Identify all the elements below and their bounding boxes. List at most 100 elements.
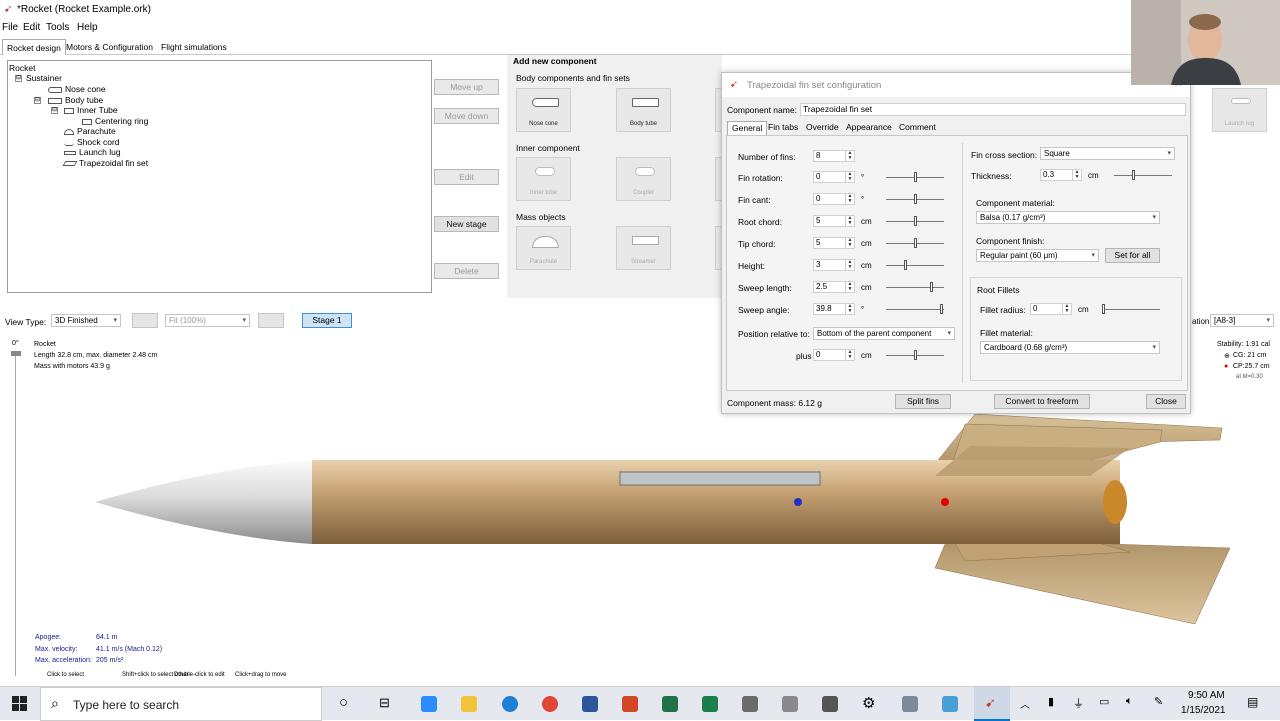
store-icon[interactable] — [822, 696, 838, 712]
finish-select[interactable]: Regular paint (60 μm) ▾ — [976, 249, 1099, 262]
word-icon[interactable] — [582, 696, 598, 712]
view-type-select[interactable]: 3D Finished ▾ — [51, 314, 121, 327]
spinner-arrows-icon[interactable]: ▲ ▼ — [845, 238, 854, 248]
app-icon-gray[interactable] — [782, 696, 798, 712]
tab-rocket-design[interactable]: Rocket design — [2, 39, 66, 55]
notification-icon[interactable]: ▤ — [1247, 695, 1258, 709]
task-view-icon[interactable]: ⊟ — [379, 695, 390, 711]
slider-thumb[interactable] — [940, 304, 943, 314]
slider-thumb[interactable] — [914, 194, 917, 204]
fin-cant-spinner[interactable]: 0 ▲ ▼ — [813, 193, 855, 205]
add-coupler-button[interactable]: Coupler — [616, 157, 671, 201]
stage-1-button[interactable]: Stage 1 — [302, 313, 352, 328]
fin-rotation-slider[interactable] — [886, 172, 944, 182]
edit-button[interactable]: Edit — [434, 169, 499, 185]
add-launch-lug-button[interactable]: Launch lug — [1212, 88, 1267, 132]
tree-item-inner-tube[interactable]: Inner Tube — [64, 105, 118, 115]
slider-thumb[interactable] — [904, 260, 907, 270]
spinner-arrows-icon[interactable]: ▲ ▼ — [845, 194, 854, 204]
spinner-arrows-icon[interactable]: ▲ ▼ — [845, 350, 854, 360]
tip-chord-spinner[interactable]: 5 ▲ ▼ — [813, 237, 855, 249]
app-icon-blue[interactable] — [942, 696, 958, 712]
delete-button[interactable]: Delete — [434, 263, 499, 279]
sweep-length-slider[interactable] — [886, 282, 944, 292]
tree-item-body-tube[interactable]: Body tube — [48, 95, 103, 105]
cross-section-select[interactable]: Square ▾ — [1040, 147, 1175, 160]
move-down-button[interactable]: Move down — [434, 108, 499, 124]
menu-tools[interactable]: Tools — [46, 22, 69, 33]
fin-cant-slider[interactable] — [886, 194, 944, 204]
zoom-app-icon[interactable] — [421, 696, 437, 712]
new-stage-button[interactable]: New stage — [434, 216, 499, 232]
spinner-arrows-icon[interactable]: ▲ ▼ — [845, 216, 854, 226]
plus-slider[interactable] — [886, 350, 944, 360]
spinner-arrows-icon[interactable]: ▲ ▼ — [845, 260, 854, 270]
height-slider[interactable] — [886, 260, 944, 270]
openrocket-taskbar-button[interactable]: ➹ — [974, 687, 1010, 721]
microphone-icon[interactable]: ▮ — [1048, 695, 1054, 708]
root-chord-spinner[interactable]: 5 ▲ ▼ — [813, 215, 855, 227]
zoom-select[interactable]: Fit (100%) ▾ — [165, 314, 250, 327]
clock-time[interactable]: 9:50 AM — [1188, 690, 1225, 701]
app-icon-slate[interactable] — [902, 696, 918, 712]
split-fins-button[interactable]: Split fins — [895, 394, 951, 409]
slider-thumb[interactable] — [914, 172, 917, 182]
spinner-arrows-icon[interactable]: ▲ ▼ — [845, 282, 854, 292]
spinner-arrows-icon[interactable]: ▲ ▼ — [845, 172, 854, 182]
tab-comment[interactable]: Comment — [895, 121, 940, 135]
tree-expander-sustainer[interactable]: ⊟ — [15, 75, 22, 82]
height-spinner[interactable]: 3 ▲ ▼ — [813, 259, 855, 271]
app-icon-green[interactable] — [702, 696, 718, 712]
root-chord-slider[interactable] — [886, 216, 944, 226]
close-button[interactable]: Close — [1146, 394, 1186, 409]
tab-flight-simulations[interactable]: Flight simulations — [157, 39, 231, 55]
slider-thumb[interactable] — [1132, 170, 1135, 180]
tree-expander-inner-tube[interactable]: ⊟ — [51, 107, 58, 114]
tree-item-launch-lug[interactable]: Launch lug — [64, 147, 121, 157]
add-inner-tube-button[interactable]: Inner tube — [516, 157, 571, 201]
tree-item-fin-set[interactable]: Trapezoidal fin set — [62, 158, 148, 168]
calculator-icon[interactable] — [742, 696, 758, 712]
tree-item-centering-ring[interactable]: Centering ring — [82, 116, 148, 126]
chrome-icon[interactable] — [542, 696, 558, 712]
component-name-input[interactable]: Trapezoidal fin set — [800, 103, 1186, 116]
menu-help[interactable]: Help — [77, 22, 98, 33]
tab-motors-configuration[interactable]: Motors & Configuration — [62, 39, 157, 55]
fillet-material-select[interactable]: Cardboard (0.68 g/cm³) ▾ — [980, 341, 1160, 354]
add-streamer-button[interactable]: Streamer — [616, 226, 671, 270]
add-nose-cone-button[interactable]: Nose cone — [516, 88, 571, 132]
tree-item-sustainer[interactable]: Sustainer — [26, 73, 62, 83]
edge-icon[interactable] — [502, 696, 518, 712]
taskbar-search-box[interactable]: ⌕ Type here to search — [40, 687, 322, 721]
excel-icon[interactable] — [662, 696, 678, 712]
sweep-angle-slider[interactable] — [886, 304, 944, 314]
windows-start-icon[interactable] — [12, 696, 28, 712]
thickness-spinner[interactable]: 0.3 ▲ ▼ — [1040, 169, 1082, 181]
tab-appearance[interactable]: Appearance — [842, 121, 896, 135]
plus-spinner[interactable]: 0 ▲ ▼ — [813, 349, 855, 361]
slider-thumb[interactable] — [1102, 304, 1105, 314]
usb-icon[interactable]: ⏚ — [1073, 695, 1084, 711]
add-parachute-button[interactable]: Parachute — [516, 226, 571, 270]
sweep-length-spinner[interactable]: 2.5 ▲ ▼ — [813, 281, 855, 293]
settings-gear-icon[interactable]: ⚙ — [862, 694, 875, 712]
slider-thumb[interactable] — [914, 350, 917, 360]
tree-expander-body-tube[interactable]: ⊟ — [34, 97, 41, 104]
tree-item-shock-cord[interactable]: Shock cord — [64, 137, 120, 147]
number-of-fins-spinner[interactable]: 8 ▲ ▼ — [813, 150, 855, 162]
menu-file[interactable]: File — [2, 22, 18, 33]
material-select[interactable]: Balsa (0.17 g/cm³) ▾ — [976, 211, 1160, 224]
thickness-slider[interactable] — [1114, 170, 1172, 180]
spinner-arrows-icon[interactable]: ▲ ▼ — [845, 151, 854, 161]
slider-thumb[interactable] — [914, 238, 917, 248]
tree-item-nose-cone[interactable]: Nose cone — [48, 84, 106, 94]
network-icon[interactable]: ▭ — [1099, 695, 1109, 708]
chevron-up-icon[interactable]: ︿ — [1020, 696, 1030, 711]
slider-thumb[interactable] — [914, 216, 917, 226]
fillet-radius-spinner[interactable]: 0 ▲ ▼ — [1030, 303, 1072, 315]
tab-general[interactable]: General — [727, 121, 768, 135]
tree-item-parachute[interactable]: Parachute — [64, 126, 116, 136]
fin-rotation-spinner[interactable]: 0 ▲ ▼ — [813, 171, 855, 183]
spinner-arrows-icon[interactable]: ▲ ▼ — [1062, 304, 1071, 314]
slider-thumb[interactable] — [930, 282, 933, 292]
